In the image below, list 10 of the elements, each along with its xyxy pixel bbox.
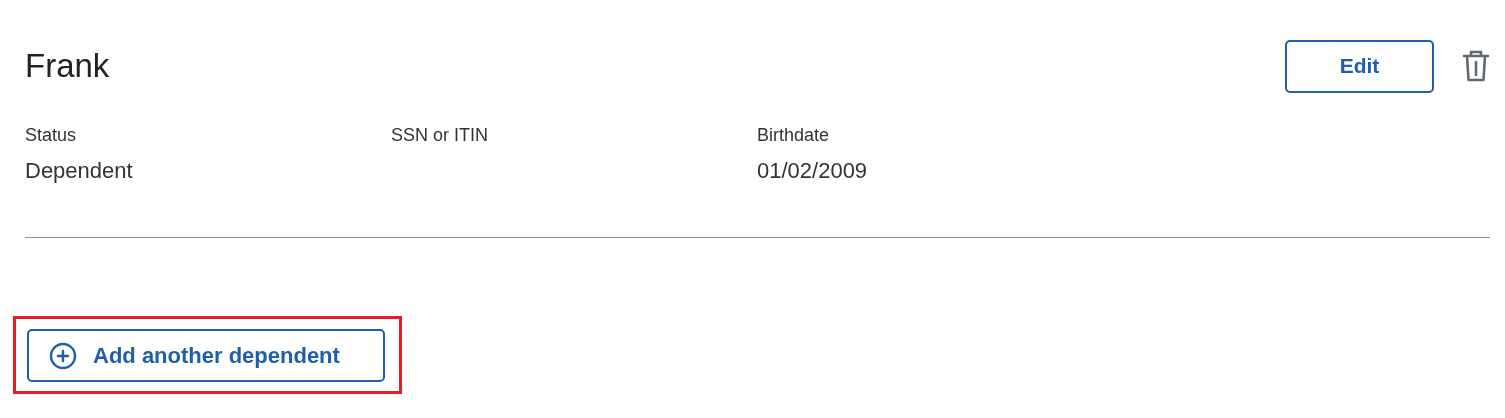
field-label: Status bbox=[25, 125, 78, 146]
dependent-name: Frank bbox=[25, 47, 110, 85]
add-dependent-button[interactable]: Add another dependent bbox=[27, 329, 385, 382]
field-label: Birthdate bbox=[757, 125, 831, 146]
field-label: SSN or ITIN bbox=[391, 125, 489, 146]
edit-button[interactable]: Edit bbox=[1285, 39, 1434, 93]
field-value: Dependent bbox=[25, 158, 134, 184]
trash-icon[interactable] bbox=[1462, 49, 1490, 83]
field-value: 01/02/2009 bbox=[757, 158, 869, 184]
plus-circle-icon bbox=[49, 341, 77, 370]
